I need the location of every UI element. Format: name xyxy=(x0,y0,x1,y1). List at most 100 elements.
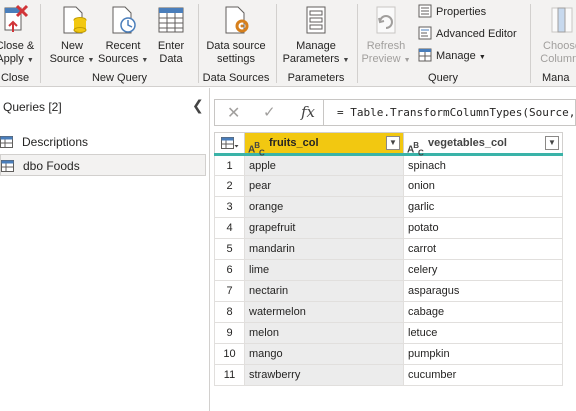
parameters-group-label: Parameters xyxy=(287,72,345,84)
vegetables-cell[interactable]: onion xyxy=(403,175,563,197)
vegetables-cell[interactable]: potato xyxy=(403,217,563,239)
vegetables-cell[interactable]: celery xyxy=(403,259,563,281)
close-apply-label1: Close & xyxy=(0,40,35,52)
properties-icon xyxy=(418,4,432,18)
table-row[interactable]: 5 mandarin carrot xyxy=(214,238,563,260)
text-type-icon[interactable]: ABC xyxy=(248,136,265,163)
column-header-label: fruits_col xyxy=(269,137,319,149)
close-apply-button[interactable]: Close & Apply ▼ xyxy=(0,4,40,67)
fruits-cell[interactable]: lime xyxy=(244,259,404,281)
row-number[interactable]: 3 xyxy=(214,196,245,218)
collapse-chevron-icon[interactable]: ❮ xyxy=(192,97,204,114)
formula-input[interactable]: = Table.TransformColumnTypes(Source,{ xyxy=(337,106,576,119)
new-source-button[interactable]: New Source ▼ xyxy=(48,4,96,67)
enter-data-label1: Enter xyxy=(157,40,185,52)
chevron-down-icon: ▼ xyxy=(403,57,411,64)
vegetables-cell[interactable]: letuce xyxy=(403,322,563,344)
fruits-cell[interactable]: strawberry xyxy=(244,364,404,386)
table-row[interactable]: 8 watermelon cabage xyxy=(214,301,563,323)
choose-columns-button[interactable]: Choose Columns xyxy=(534,4,576,66)
fruits-cell[interactable]: pear xyxy=(244,175,404,197)
table-row[interactable]: 2 pear onion xyxy=(214,175,563,197)
table-icon xyxy=(158,7,184,33)
row-number[interactable]: 2 xyxy=(214,175,245,197)
data-source-settings-button[interactable]: Data source settings xyxy=(201,4,271,66)
row-number[interactable]: 8 xyxy=(214,301,245,323)
table-row[interactable]: 6 lime celery xyxy=(214,259,563,281)
manage-columns-group-label: Mana xyxy=(542,72,570,84)
formula-bar: ✕ ✓ fx = Table.TransformColumnTypes(Sour… xyxy=(214,99,576,126)
table-row[interactable]: 3 orange garlic xyxy=(214,196,563,218)
manage-label: Manage xyxy=(436,50,476,62)
vegetables-cell[interactable]: asparagus xyxy=(403,280,563,302)
ribbon-separator xyxy=(40,4,41,83)
table-row[interactable]: 1 apple spinach xyxy=(214,153,563,176)
formula-bar-divider xyxy=(323,100,324,125)
manage-parameters-label1: Manage xyxy=(296,40,336,52)
table-menu-icon xyxy=(221,137,239,149)
new-source-icon xyxy=(63,6,87,34)
row-number[interactable]: 5 xyxy=(214,238,245,260)
manage-parameters-button[interactable]: Manage Parameters ▼ xyxy=(279,4,353,67)
row-number[interactable]: 7 xyxy=(214,280,245,302)
table-row[interactable]: 4 grapefruit potato xyxy=(214,217,563,239)
fruits-cell[interactable]: mango xyxy=(244,343,404,365)
table-menu-button[interactable] xyxy=(214,132,245,155)
close-group: Close & Apply ▼ Close xyxy=(0,0,40,86)
row-number[interactable]: 10 xyxy=(214,343,245,365)
row-number[interactable]: 11 xyxy=(214,364,245,386)
properties-button[interactable]: Properties xyxy=(418,3,486,21)
advanced-editor-icon xyxy=(418,26,432,40)
fruits-cell[interactable]: apple xyxy=(244,153,404,176)
table-row[interactable]: 7 nectarin asparagus xyxy=(214,280,563,302)
fruits-cell[interactable]: watermelon xyxy=(244,301,404,323)
data-source-settings-icon xyxy=(225,6,249,34)
column-header-fruits[interactable]: ABC fruits_col ▼ xyxy=(244,132,404,157)
close-group-label: Close xyxy=(0,72,30,84)
row-number[interactable]: 4 xyxy=(214,217,245,239)
fruits-cell[interactable]: grapefruit xyxy=(244,217,404,239)
refresh-preview-label2: Preview xyxy=(361,53,401,65)
query-group-label: Query xyxy=(428,72,458,84)
queries-pane-title: Queries [2] xyxy=(3,100,62,114)
grid-body: 1 apple spinach 2 pear onion 3 orange garlic 4 gra… xyxy=(214,153,563,386)
fx-icon[interactable]: fx xyxy=(301,103,315,121)
cancel-formula-icon[interactable]: ✕ xyxy=(227,103,240,123)
fruits-cell[interactable]: orange xyxy=(244,196,404,218)
recent-sources-button[interactable]: Recent Sources ▼ xyxy=(98,4,148,67)
chevron-down-icon: ▼ xyxy=(478,54,486,61)
close-apply-label2: Apply xyxy=(0,53,24,65)
vegetables-cell[interactable]: spinach xyxy=(403,153,563,176)
refresh-preview-button[interactable]: Refresh Preview ▼ xyxy=(360,4,412,67)
fruits-cell[interactable]: nectarin xyxy=(244,280,404,302)
query-item-descriptions[interactable]: Descriptions xyxy=(0,131,206,153)
recent-sources-icon xyxy=(112,6,136,34)
column-header-vegetables[interactable]: ABC vegetables_col ▼ xyxy=(403,132,563,157)
row-number[interactable]: 6 xyxy=(214,259,245,281)
refresh-preview-label1: Refresh xyxy=(366,40,406,52)
row-number[interactable]: 1 xyxy=(214,153,245,176)
table-row[interactable]: 11 strawberry cucumber xyxy=(214,364,563,386)
fruits-cell[interactable]: mandarin xyxy=(244,238,404,260)
fruits-cell[interactable]: melon xyxy=(244,322,404,344)
vegetables-cell[interactable]: cucumber xyxy=(403,364,563,386)
query-item-dbo-foods[interactable]: dbo Foods xyxy=(0,154,206,176)
vegetables-cell[interactable]: cabage xyxy=(403,301,563,323)
row-number[interactable]: 9 xyxy=(214,322,245,344)
advanced-editor-button[interactable]: Advanced Editor xyxy=(418,25,517,43)
vegetables-cell[interactable]: garlic xyxy=(403,196,563,218)
vegetables-cell[interactable]: carrot xyxy=(403,238,563,260)
refresh-icon xyxy=(376,6,396,34)
table-row[interactable]: 9 melon letuce xyxy=(214,322,563,344)
manage-button[interactable]: Manage ▼ xyxy=(418,47,486,65)
data-source-settings-label1: Data source xyxy=(206,40,266,52)
ribbon: Close & Apply ▼ Close New Source ▼ Recen… xyxy=(0,0,576,87)
enter-data-button[interactable]: Enter Data xyxy=(150,4,192,66)
table-row[interactable]: 10 mango pumpkin xyxy=(214,343,563,365)
text-type-icon[interactable]: ABC xyxy=(407,136,424,163)
column-filter-dropdown-icon[interactable]: ▼ xyxy=(386,136,400,150)
data-preview-grid: ABC fruits_col ▼ ABC vegetables_col ▼ 1a… xyxy=(214,132,563,386)
commit-formula-icon[interactable]: ✓ xyxy=(263,103,276,121)
vegetables-cell[interactable]: pumpkin xyxy=(403,343,563,365)
column-filter-dropdown-icon[interactable]: ▼ xyxy=(545,136,559,150)
